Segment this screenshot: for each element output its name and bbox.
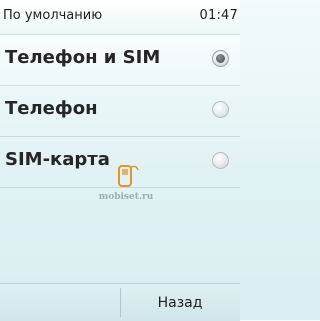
status-bar: По умолчанию 01:47 [0,0,240,35]
option-label: Телефон и SIM [5,47,161,68]
clock: 01:47 [199,8,238,23]
option-phone-and-sim[interactable]: Телефон и SIM [0,35,240,86]
watermark-text: mobiset.ru [98,192,154,202]
back-softkey[interactable]: Назад [120,284,240,321]
radio-unselected-icon[interactable] [212,101,229,118]
phone-logo-icon [118,165,139,187]
screen-title: По умолчанию [3,8,103,23]
softkey-bar: Назад [0,283,240,321]
radio-unselected-icon[interactable] [212,152,229,169]
radio-selected-icon[interactable] [212,50,229,67]
watermark: mobiset.ru [86,162,166,208]
option-phone[interactable]: Телефон [0,86,240,137]
option-label: Телефон [5,98,98,119]
